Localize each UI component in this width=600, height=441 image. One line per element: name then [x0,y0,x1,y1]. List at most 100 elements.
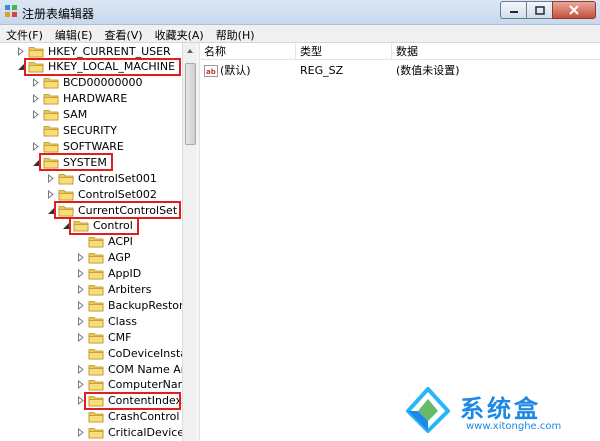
minimize-button[interactable] [500,1,526,19]
expand-arrow-icon[interactable] [76,253,85,263]
tree-scrollbar[interactable] [182,43,196,441]
title-bar: 注册表编辑器 [0,0,600,25]
maximize-button[interactable] [526,1,552,19]
folder-icon [88,267,104,280]
expand-arrow-icon[interactable] [16,46,25,56]
folder-icon [88,283,104,296]
column-header-name[interactable]: 名称 [200,43,296,60]
expand-arrow-icon[interactable] [76,380,85,390]
expand-arrow-icon[interactable] [31,78,40,88]
folder-icon [58,188,74,201]
expand-arrow-icon[interactable] [46,173,55,183]
tree-node[interactable]: HKEY_CURRENT_USER [16,43,171,59]
highlight-box [24,57,181,76]
tree-node[interactable]: SECURITY [31,123,117,139]
value-data: (数值未设置) [396,64,460,77]
folder-icon [43,140,59,153]
tree-node[interactable]: BackupRestore [76,297,182,313]
highlight-box [69,216,139,235]
string-value-icon: ab [204,65,218,77]
watermark-url: www.xitonghe.com [466,421,562,432]
folder-icon [43,108,59,121]
tree-node[interactable]: SAM [31,107,87,123]
tree-node[interactable]: ControlSet002 [46,186,157,202]
tree-node-label: SAM [63,108,88,122]
column-header-type[interactable]: 类型 [296,43,392,60]
folder-icon [88,235,104,248]
folder-icon [88,410,104,423]
menu-file[interactable]: 文件(F) [0,25,49,42]
column-header-data[interactable]: 数据 [392,43,600,60]
svg-text:ab: ab [206,68,216,76]
window-title: 注册表编辑器 [22,7,95,21]
folder-icon [88,347,104,360]
registry-tree[interactable]: HKEY_CURRENT_USER HKEY_LOCAL_MACHINE BCD00… [0,43,182,441]
expand-arrow-icon[interactable] [76,285,85,294]
expand-arrow-icon[interactable] [76,316,85,326]
expand-arrow-icon[interactable] [76,269,85,279]
expand-arrow-icon[interactable] [31,141,40,151]
expand-arrow-icon[interactable] [31,94,40,104]
expand-arrow-icon[interactable] [76,300,85,310]
tree-node-label: ACPI [108,235,133,249]
tree-node-label: CrashControl [108,410,180,424]
folder-icon [88,378,104,391]
tree-node[interactable]: AppID [76,266,141,282]
values-list: 名称 类型 数据 ab (默认) REG_SZ (数值未设置) 系统盒 www.… [200,43,600,441]
folder-icon [43,92,59,105]
tree-node[interactable]: CriticalDeviceDatabase [76,425,182,441]
menu-bar: 文件(F) 编辑(E) 查看(V) 收藏夹(A) 帮助(H) [0,25,600,43]
tree-node[interactable]: BCD00000000 [31,75,143,91]
expand-arrow-icon[interactable] [76,428,85,438]
tree-node-label: HARDWARE [63,92,128,106]
tree-node-label: ControlSet001 [78,171,157,185]
highlight-box [39,153,113,172]
menu-help[interactable]: 帮助(H) [210,25,261,42]
tree-node[interactable]: CMF [76,329,132,345]
folder-icon [88,363,104,376]
tree-node[interactable]: Class [76,313,137,329]
close-icon [569,5,579,15]
tree-node[interactable]: CrashControl [76,409,179,425]
tree-node[interactable]: HARDWARE [31,91,127,107]
menu-view[interactable]: 查看(V) [98,25,148,42]
regedit-app-icon [5,5,17,17]
tree-node[interactable]: SOFTWARE [31,138,124,154]
menu-favorites[interactable]: 收藏夹(A) [149,25,210,42]
tree-node[interactable]: ControlSet001 [46,170,157,186]
expand-arrow-icon[interactable] [46,189,55,199]
expand-arrow-icon[interactable] [76,332,85,342]
tree-node-label: ComputerName [108,378,182,392]
folder-icon [88,251,104,264]
tree-node-label: CriticalDeviceDatabase [108,426,182,440]
watermark: 系统盒 www.xitonghe.com [406,387,596,439]
expand-arrow-icon[interactable] [76,364,85,374]
tree-node-label: SECURITY [63,124,117,137]
tree-node[interactable]: AGP [76,250,131,266]
menu-edit[interactable]: 编辑(E) [49,25,99,42]
tree-node-label: AppID [108,267,142,281]
folder-icon [58,172,74,185]
folder-icon [28,45,44,58]
highlight-box [84,391,181,410]
folder-icon [88,315,104,328]
tree-node-label: Arbiters [108,283,152,296]
tree-node[interactable]: COM Name Arbiter [76,361,182,377]
tree-node[interactable]: CoDeviceInstallers [76,345,182,361]
value-row[interactable]: ab (默认) REG_SZ (数值未设置) [200,63,600,79]
expand-arrow-icon[interactable] [31,110,40,120]
tree-node[interactable]: Arbiters [76,282,151,298]
folder-icon [43,124,59,137]
tree-node[interactable]: ACPI [76,234,133,250]
tree-node-label: BCD00000000 [63,76,143,90]
tree-node-label: SOFTWARE [63,139,124,153]
watermark-logo-icon [406,387,450,433]
tree-node[interactable]: ComputerName [76,377,182,393]
scroll-thumb[interactable] [185,63,196,145]
maximize-icon [534,5,545,15]
scroll-up-icon[interactable] [184,45,196,57]
close-button[interactable] [552,1,596,19]
